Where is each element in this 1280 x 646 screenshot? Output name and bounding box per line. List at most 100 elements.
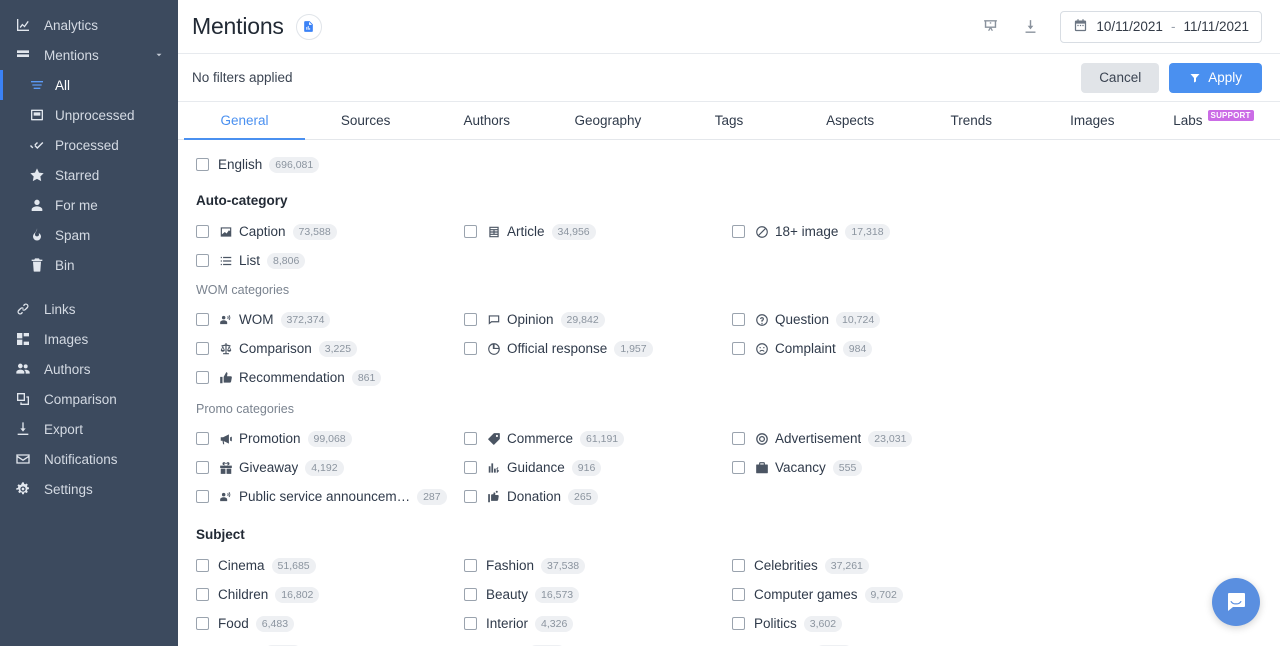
apply-button[interactable]: Apply — [1169, 62, 1262, 93]
checkbox[interactable] — [464, 490, 477, 503]
checkbox[interactable] — [464, 461, 477, 474]
filter-option[interactable]: Food 6,483 — [196, 609, 464, 638]
checkbox[interactable] — [732, 432, 745, 445]
filter-option[interactable]: Donation 265 — [464, 482, 732, 511]
checkbox[interactable] — [464, 559, 477, 572]
download-icon[interactable] — [1020, 17, 1040, 37]
checkbox[interactable] — [196, 158, 209, 171]
filter-option[interactable]: Caption 73,588 — [196, 217, 464, 246]
sidebar-item-links[interactable]: Links — [0, 294, 178, 324]
filter-option[interactable]: Public service announcem… 287 — [196, 482, 464, 511]
checkbox[interactable] — [196, 254, 209, 267]
sidebar-item-mentions[interactable]: Mentions — [0, 40, 178, 70]
sidebar-item-export[interactable]: Export — [0, 414, 178, 444]
checkbox[interactable] — [732, 342, 745, 355]
filter-option[interactable]: Recommendation 861 — [196, 363, 464, 392]
tab-labs[interactable]: Labs SUPPORT — [1153, 102, 1274, 139]
tab-tags[interactable]: Tags — [668, 102, 789, 139]
tab-general[interactable]: General — [184, 102, 306, 140]
tab-images[interactable]: Images — [1032, 102, 1153, 139]
filter-option[interactable]: WOM 372,374 — [196, 305, 464, 334]
sidebar-item-settings[interactable]: Settings — [0, 474, 178, 504]
checkbox[interactable] — [732, 313, 745, 326]
checkbox[interactable] — [464, 225, 477, 238]
checkbox[interactable] — [464, 588, 477, 601]
filter-option[interactable]: Fashion 37,538 — [464, 551, 732, 580]
filter-option[interactable]: Incidents1,671 — [732, 638, 1000, 646]
checkbox[interactable] — [464, 342, 477, 355]
filter-option-label: Beauty — [486, 587, 529, 602]
filter-option[interactable]: Cinema 51,685 — [196, 551, 464, 580]
checkbox[interactable] — [196, 342, 209, 355]
filter-option[interactable]: Promotion 99,068 — [196, 424, 464, 453]
filter-option-count: 4,326 — [535, 615, 574, 632]
filter-option[interactable]: Commerce 61,191 — [464, 424, 732, 453]
sidebar-item-processed[interactable]: Processed — [0, 130, 178, 160]
checkbox[interactable] — [196, 617, 209, 630]
filter-option[interactable]: Health3,045 — [196, 638, 464, 646]
sidebar-item-images[interactable]: Images — [0, 324, 178, 354]
checkbox[interactable] — [196, 559, 209, 572]
sidebar-item-unprocessed[interactable]: Unprocessed — [0, 100, 178, 130]
sidebar-item-analytics[interactable]: Analytics — [0, 10, 178, 40]
cancel-button[interactable]: Cancel — [1081, 62, 1160, 93]
date-from: 10/11/2021 — [1096, 19, 1163, 34]
filter-option[interactable]: English 696,081 — [196, 150, 464, 179]
filter-option[interactable]: Complaint 984 — [732, 334, 1000, 363]
filter-option[interactable]: Event1,988 — [464, 638, 732, 646]
sidebar-item-comparison[interactable]: Comparison — [0, 384, 178, 414]
sidebar-item-spam[interactable]: Spam — [0, 220, 178, 250]
tab-geography[interactable]: Geography — [547, 102, 668, 139]
sidebar-item-label: Unprocessed — [55, 107, 135, 123]
checkbox[interactable] — [732, 225, 745, 238]
filter-option[interactable]: 18+ image 17,318 — [732, 217, 1000, 246]
filter-option[interactable]: Giveaway 4,192 — [196, 453, 464, 482]
sidebar-item-all[interactable]: All — [0, 70, 178, 100]
checkbox[interactable] — [196, 225, 209, 238]
checkbox[interactable] — [196, 588, 209, 601]
checkbox[interactable] — [196, 461, 209, 474]
checkbox[interactable] — [196, 490, 209, 503]
checkbox[interactable] — [732, 617, 745, 630]
tab-trends[interactable]: Trends — [911, 102, 1032, 139]
chevron-down-icon[interactable] — [154, 48, 164, 63]
filter-option[interactable]: Beauty 16,573 — [464, 580, 732, 609]
tab-authors[interactable]: Authors — [426, 102, 547, 139]
checkbox[interactable] — [464, 617, 477, 630]
report-document-icon[interactable] — [295, 13, 322, 40]
filter-option[interactable]: Guidance 916 — [464, 453, 732, 482]
filter-option-count: 4,192 — [305, 459, 344, 476]
checkbox[interactable] — [196, 432, 209, 445]
date-range-picker[interactable]: 10/11/2021 - 11/11/2021 — [1060, 10, 1262, 43]
tab-label: Tags — [714, 113, 744, 128]
sidebar-item-for-me[interactable]: For me — [0, 190, 178, 220]
filter-option[interactable]: Question 10,724 — [732, 305, 1000, 334]
sidebar-item-bin[interactable]: Bin — [0, 250, 178, 280]
checkbox[interactable] — [464, 313, 477, 326]
filter-option[interactable]: Vacancy 555 — [732, 453, 1000, 482]
filter-option[interactable]: List 8,806 — [196, 246, 464, 275]
filter-option[interactable]: Politics 3,602 — [732, 609, 1000, 638]
tab-sources[interactable]: Sources — [305, 102, 426, 139]
checkbox[interactable] — [464, 432, 477, 445]
sidebar-item-notifications[interactable]: Notifications — [0, 444, 178, 474]
filter-option[interactable]: Children 16,802 — [196, 580, 464, 609]
filter-option[interactable]: Comparison 3,225 — [196, 334, 464, 363]
sidebar-item-starred[interactable]: Starred — [0, 160, 178, 190]
filter-option[interactable]: Official response 1,957 — [464, 334, 732, 363]
filter-option[interactable]: Advertisement 23,031 — [732, 424, 1000, 453]
checkbox[interactable] — [732, 588, 745, 601]
filter-option[interactable]: Celebrities 37,261 — [732, 551, 1000, 580]
tab-aspects[interactable]: Aspects — [790, 102, 911, 139]
checkbox[interactable] — [196, 371, 209, 384]
sidebar-item-authors[interactable]: Authors — [0, 354, 178, 384]
filter-option[interactable]: Interior 4,326 — [464, 609, 732, 638]
filter-option[interactable]: Article 34,956 — [464, 217, 732, 246]
checkbox[interactable] — [732, 461, 745, 474]
checkbox[interactable] — [196, 313, 209, 326]
chat-bubble-icon[interactable] — [1212, 578, 1260, 626]
presentation-icon[interactable] — [980, 17, 1000, 37]
checkbox[interactable] — [732, 559, 745, 572]
filter-option[interactable]: Opinion 29,842 — [464, 305, 732, 334]
filter-option[interactable]: Computer games 9,702 — [732, 580, 1000, 609]
